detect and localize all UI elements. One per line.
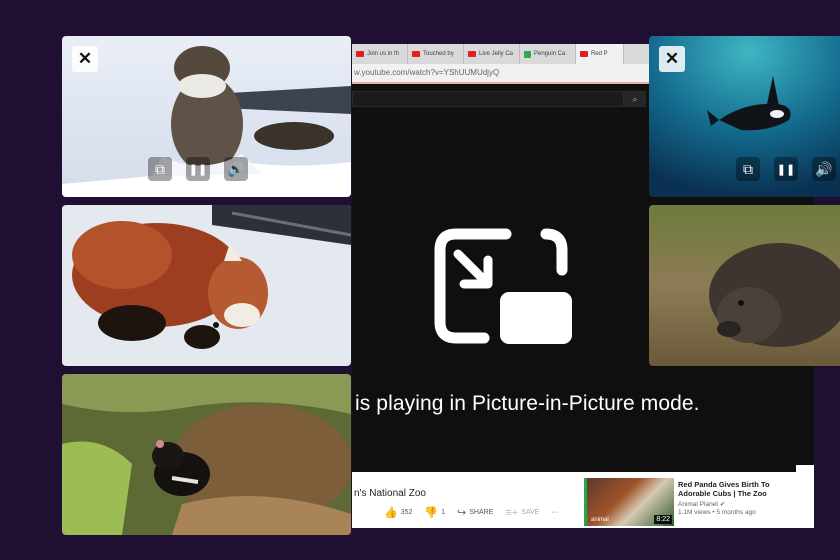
green-z-favicon-icon [524, 50, 531, 58]
like-count: 352 [400, 509, 413, 516]
recommended-video-thumbnail[interactable]: animal 8:22 [584, 478, 674, 526]
close-pip-button[interactable]: ✕ [659, 46, 685, 72]
tasmanian-devil-video-frame [62, 374, 351, 535]
tab-penguin[interactable]: Penguin Ca [520, 44, 576, 64]
video-duration: 8:22 [654, 515, 672, 524]
red-panda-video-frame [62, 205, 351, 366]
tab-join-us[interactable]: Join us in th [352, 44, 408, 64]
pip-window-otter[interactable]: ✕ ⧉ ❚❚ 🔊 [62, 36, 351, 197]
tab-label: Red P [591, 51, 608, 57]
pause-button[interactable]: ❚❚ [186, 157, 210, 181]
search-icon[interactable]: ⌕ [624, 91, 646, 107]
video-info-bar: n's National Zoo 👍 352 👎 1 ↪ SHARE ≡+ SAVE ·… [352, 472, 814, 528]
youtube-favicon-icon [412, 51, 420, 57]
volume-icon: 🔊 [227, 160, 245, 177]
pip-controls: ⧉ ❚❚ 🔊 [148, 157, 248, 181]
picture-in-picture-icon [434, 228, 572, 344]
recommended-video-title[interactable]: Red Panda Gives Birth To Adorable Cubs |… [678, 480, 788, 498]
pip-window-red-panda[interactable] [62, 205, 351, 366]
more-actions-button[interactable]: ··· [551, 509, 558, 516]
share-button[interactable]: ↪ SHARE [457, 506, 493, 519]
video-title: n's National Zoo [354, 488, 426, 499]
url-text: w.youtube.com/watch?v=YShUUMUdjyQ [354, 68, 500, 77]
playlist-add-icon: ≡+ [505, 506, 519, 519]
thumbs-down-icon: 👎 [424, 507, 439, 519]
close-icon: ✕ [77, 49, 93, 68]
pip-window-wombat[interactable] [649, 205, 840, 366]
pip-status-message: is playing in Picture-in-Picture mode. [355, 392, 700, 415]
mute-button[interactable]: 🔊 [224, 157, 248, 181]
tab-label: Touched by [423, 51, 454, 57]
save-button[interactable]: ≡+ SAVE [505, 507, 539, 519]
tab-label: Join us in th [367, 51, 400, 57]
dislike-count: 1 [441, 509, 445, 516]
volume-icon: 🔊 [815, 160, 833, 177]
pip-controls: ⧉ ❚❚ 🔊 [736, 157, 836, 181]
save-label: SAVE [521, 509, 540, 516]
pause-button[interactable]: ❚❚ [774, 157, 798, 181]
back-to-tab-button[interactable]: ⧉ [736, 157, 760, 181]
share-icon: ↪ [457, 507, 467, 519]
thumbnail-watermark: animal [591, 517, 609, 523]
tab-red-panda[interactable]: Red P [576, 44, 624, 64]
mute-button[interactable]: 🔊 [812, 157, 836, 181]
dislike-button[interactable]: 👎 1 [424, 506, 445, 519]
youtube-favicon-icon [356, 51, 364, 57]
pip-window-tasmanian-devil[interactable] [62, 374, 351, 535]
back-to-tab-icon: ⧉ [155, 160, 165, 177]
recommended-channel-name[interactable]: Animal Planet ✔ [678, 500, 725, 508]
wombat-video-frame [649, 205, 840, 366]
pip-window-orca[interactable]: ✕ ⧉ ❚❚ 🔊 [649, 36, 840, 197]
youtube-favicon-icon [468, 51, 476, 57]
close-pip-button[interactable]: ✕ [72, 46, 98, 72]
pause-icon: ❚❚ [188, 163, 208, 176]
tab-label: Penguin Ca [534, 51, 566, 57]
recommended-video-meta: 1.1M views • 5 months ago [678, 509, 756, 516]
back-to-tab-icon: ⧉ [743, 160, 753, 177]
back-to-tab-button[interactable]: ⧉ [148, 157, 172, 181]
tab-label: Live Jelly Ca [479, 51, 514, 57]
tab-touched-by[interactable]: Touched by [408, 44, 464, 64]
thumbs-up-icon: 👍 [384, 507, 398, 519]
youtube-favicon-icon [580, 51, 588, 57]
window-edge [796, 465, 814, 528]
pause-icon: ❚❚ [776, 163, 796, 176]
tab-live-jelly[interactable]: Live Jelly Ca [464, 44, 520, 64]
search-input[interactable] [352, 91, 624, 107]
video-actions: 👍 352 👎 1 ↪ SHARE ≡+ SAVE ··· [384, 506, 558, 520]
close-icon: ✕ [664, 49, 680, 68]
more-icon: ··· [551, 509, 559, 516]
like-button[interactable]: 👍 352 [384, 506, 412, 519]
share-label: SHARE [469, 509, 494, 516]
